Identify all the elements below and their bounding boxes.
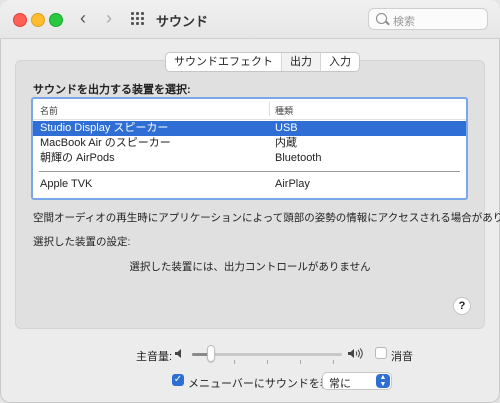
column-divider <box>269 102 270 116</box>
show-in-menubar-checkbox[interactable]: ✓ <box>172 374 184 386</box>
slider-tick <box>300 360 301 364</box>
volume-slider-thumb[interactable] <box>207 345 215 362</box>
search-icon <box>376 13 387 24</box>
device-settings-label: 選択した装置の設定: <box>33 236 131 248</box>
device-type: 内蔵 <box>275 137 297 149</box>
tab-sound-effects[interactable]: サウンドエフェクト <box>166 53 282 71</box>
device-name: Apple TVK <box>40 178 93 190</box>
spatial-audio-note: 空間オーディオの再生時にアプリケーションによって頭部の姿勢の情報にアクセスされる… <box>33 212 500 224</box>
device-name: Studio Display スピーカー <box>40 122 169 134</box>
list-separator <box>39 171 460 172</box>
select-value: 常に <box>329 378 351 390</box>
help-button[interactable]: ? <box>453 297 471 315</box>
close-button[interactable] <box>13 13 27 27</box>
back-chevron-icon[interactable]: ‹ <box>74 9 92 29</box>
device-type: Bluetooth <box>275 152 322 164</box>
device-type: USB <box>275 122 298 134</box>
device-name: MacBook Air のスピーカー <box>40 137 171 149</box>
column-header-type[interactable]: 種類 <box>275 104 293 117</box>
chevron-up-down-icon: ▲ ▼ <box>376 374 390 388</box>
show-all-grid-icon[interactable] <box>131 12 145 26</box>
minimize-button[interactable] <box>31 13 45 27</box>
tab-output[interactable]: 出力 <box>282 53 321 71</box>
mute-label: 消音 <box>391 351 413 363</box>
sound-preferences-window: ‹ › サウンド 検索 サウンドエフェクト 出力 入力 サウンドを出力する装置を… <box>0 0 500 403</box>
search-placeholder: 検索 <box>393 16 415 28</box>
menubar-display-select[interactable]: 常に ▲ ▼ <box>322 372 392 390</box>
title-bar: ‹ › サウンド 検索 <box>0 0 500 39</box>
device-row[interactable]: Apple TVK AirPlay <box>33 177 466 192</box>
output-device-list[interactable]: 名前 種類 Studio Display スピーカー USB MacBook A… <box>31 97 468 200</box>
speaker-high-icon <box>348 348 363 359</box>
speaker-low-icon <box>175 349 181 358</box>
slider-tick <box>267 360 268 364</box>
slider-tick <box>234 360 235 364</box>
device-name: 朝輝の AirPods <box>40 152 115 164</box>
device-row[interactable]: MacBook Air のスピーカー 内蔵 <box>33 136 466 151</box>
window-title: サウンド <box>156 14 209 29</box>
tab-bar: サウンドエフェクト 出力 入力 <box>165 52 360 72</box>
device-row[interactable]: 朝輝の AirPods Bluetooth <box>33 151 466 166</box>
device-type: AirPlay <box>275 178 310 190</box>
show-in-menubar-label: メニューバーにサウンドを表示 <box>188 378 342 390</box>
device-row[interactable]: Studio Display スピーカー USB <box>33 121 466 136</box>
search-field[interactable]: 検索 <box>368 8 488 30</box>
forward-chevron-icon[interactable]: › <box>100 9 118 29</box>
list-header: 名前 種類 <box>33 99 466 120</box>
tab-input[interactable]: 入力 <box>321 53 359 71</box>
volume-label: 主音量: <box>136 351 173 363</box>
no-controls-message: 選択した装置には、出力コントロールがありません <box>129 261 371 273</box>
slider-tick <box>333 360 334 364</box>
column-header-name[interactable]: 名前 <box>40 104 58 117</box>
zoom-button[interactable] <box>49 13 63 27</box>
mute-checkbox[interactable] <box>375 347 387 359</box>
output-heading: サウンドを出力する装置を選択: <box>33 84 191 96</box>
